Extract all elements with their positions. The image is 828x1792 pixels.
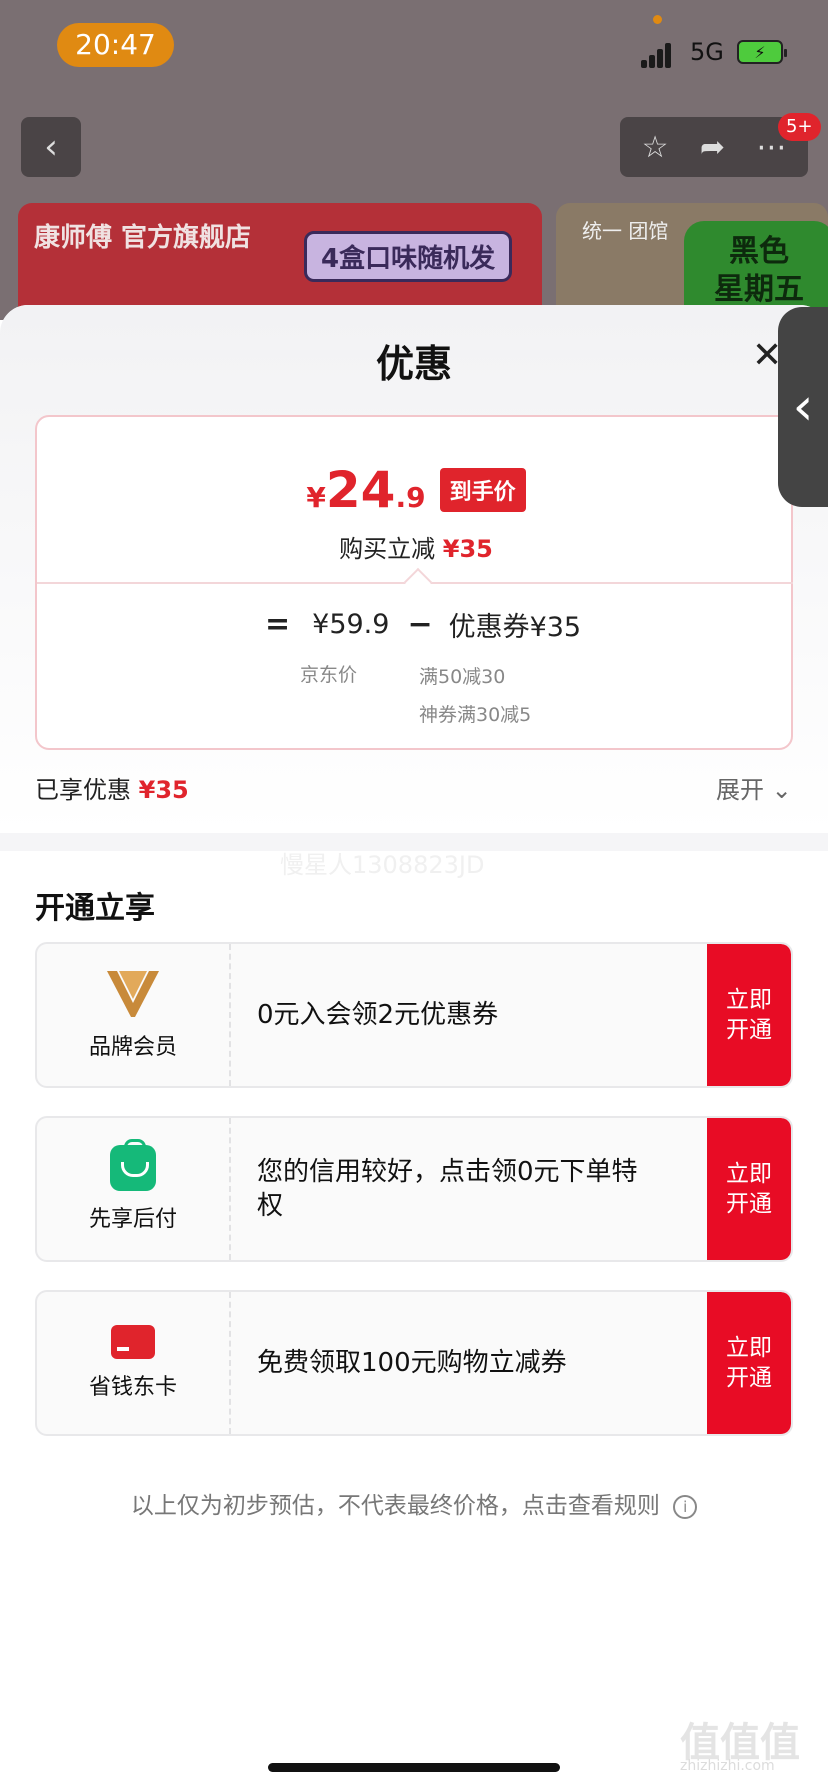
home-indicator[interactable] <box>268 1763 560 1772</box>
side-banner-shop: 统一 团馆 <box>582 219 669 243</box>
discount-sheet: 优惠 ✕ ¥ 24 .9 到手价 购买立减 ¥35 = ¥59.9 − 优惠券¥… <box>0 305 828 1792</box>
buy-reduce-row: 购买立减 ¥35 <box>37 529 795 564</box>
benefit-label: 品牌会员 <box>88 1035 177 1060</box>
benefit-card-savings-card[interactable]: 省钱东卡 免费领取100元购物立减券 立即 开通 <box>35 1290 793 1436</box>
jd-price: ¥59.9 <box>312 609 390 640</box>
enjoyed-label: 已享优惠 <box>35 776 131 804</box>
user-watermark: 慢星人1308823JD <box>280 851 485 879</box>
equals-sign: = <box>265 607 291 642</box>
price-integer: 24 <box>325 461 396 519</box>
brand-member-v-icon <box>107 971 159 1017</box>
side-collapse-handle[interactable]: ‹ <box>778 307 828 507</box>
expand-label: 展开 <box>716 776 764 804</box>
message-badge: 5+ <box>778 113 821 141</box>
enjoyed-amount: ¥35 <box>138 776 189 804</box>
banner-tag: 4盒口味随机发 <box>304 231 513 282</box>
black-friday-line1: 黑色 <box>729 234 789 269</box>
buy-reduce-amount: ¥35 <box>442 535 493 563</box>
coupon-total: 优惠券¥35 <box>448 612 582 643</box>
final-price: ¥ 24 .9 到手价 <box>37 461 795 519</box>
battery-charging-icon: ⚡ <box>737 40 787 64</box>
product-page-background: 20:47 5G ⚡ ‹ ☆ ➦ ⋯ 5+ 康师傅 官方旗舰店 4盒口味随机发 … <box>0 0 828 320</box>
banner-brand-name: 康师傅 官方旗舰店 <box>34 223 252 253</box>
info-icon[interactable]: i <box>673 1494 698 1519</box>
price-currency: ¥ <box>306 481 326 514</box>
coupon-detail-1: 满50减30 <box>419 666 506 688</box>
disclaimer-text: 以上仅为初步预估，不代表最终价格，点击查看规则 <box>130 1493 660 1519</box>
disclaimer-link[interactable]: 以上仅为初步预估，不代表最终价格，点击查看规则 i <box>0 1486 828 1520</box>
benefit-description: 免费领取100元购物立减券 <box>257 1348 567 1378</box>
status-time: 20:47 <box>57 23 174 67</box>
price-breakdown-card: ¥ 24 .9 到手价 购买立减 ¥35 = ¥59.9 − 优惠券¥35 京东… <box>35 415 793 750</box>
benefit-left: 先享后付 <box>37 1118 231 1260</box>
price-formula: = ¥59.9 − 优惠券¥35 <box>265 605 581 644</box>
price-decimal: .9 <box>395 481 426 514</box>
privacy-indicator-dot <box>653 15 662 24</box>
share-icon[interactable]: ➦ <box>700 130 725 165</box>
card-icon <box>111 1325 155 1359</box>
cellular-signal-icon <box>641 42 679 68</box>
shopping-bag-icon <box>110 1139 156 1191</box>
favorite-star-icon[interactable]: ☆ <box>642 130 669 165</box>
expand-toggle[interactable]: 展开 ⌄ <box>716 770 792 805</box>
benefit-left: 省钱东卡 <box>37 1292 231 1434</box>
chevron-left-icon: ‹ <box>792 377 814 437</box>
jd-price-label: 京东价 <box>300 664 358 686</box>
benefit-description: 0元入会领2元优惠券 <box>257 1000 499 1030</box>
corner-watermark-sub: zhizhizhi.com <box>680 1758 775 1774</box>
side-banner[interactable]: 统一 团馆 黑色 星期五 <box>556 203 828 320</box>
activate-button[interactable]: 立即 开通 <box>707 944 791 1086</box>
benefit-card-brand-member[interactable]: 品牌会员 0元入会领2元优惠券 立即 开通 <box>35 942 793 1088</box>
brand-store-banner[interactable]: 康师傅 官方旗舰店 4盒口味随机发 <box>18 203 542 320</box>
network-type: 5G <box>690 38 724 66</box>
benefit-left: 品牌会员 <box>37 944 231 1086</box>
minus-sign: − <box>407 607 433 642</box>
enjoyed-discount: 已享优惠 ¥35 <box>35 770 189 805</box>
benefit-description: 您的信用较好，点击领0元下单特权 <box>257 1157 638 1221</box>
benefit-label: 省钱东卡 <box>88 1375 177 1400</box>
final-price-tag: 到手价 <box>439 468 526 512</box>
black-friday-line2: 星期五 <box>714 272 804 307</box>
coupon-detail-2: 神券满30减5 <box>419 704 532 726</box>
benefit-card-pay-later[interactable]: 先享后付 您的信用较好，点击领0元下单特权 立即 开通 <box>35 1116 793 1262</box>
card-notch <box>403 567 433 597</box>
sheet-title: 优惠 <box>375 342 452 386</box>
buy-reduce-label: 购买立减 <box>339 535 436 563</box>
activate-button[interactable]: 立即 开通 <box>707 1292 791 1434</box>
benefit-label: 先享后付 <box>88 1207 177 1232</box>
activate-button[interactable]: 立即 开通 <box>707 1118 791 1260</box>
chevron-down-icon: ⌄ <box>771 776 792 804</box>
open-benefits-title: 开通立享 <box>35 891 155 926</box>
back-button[interactable]: ‹ <box>21 117 81 177</box>
